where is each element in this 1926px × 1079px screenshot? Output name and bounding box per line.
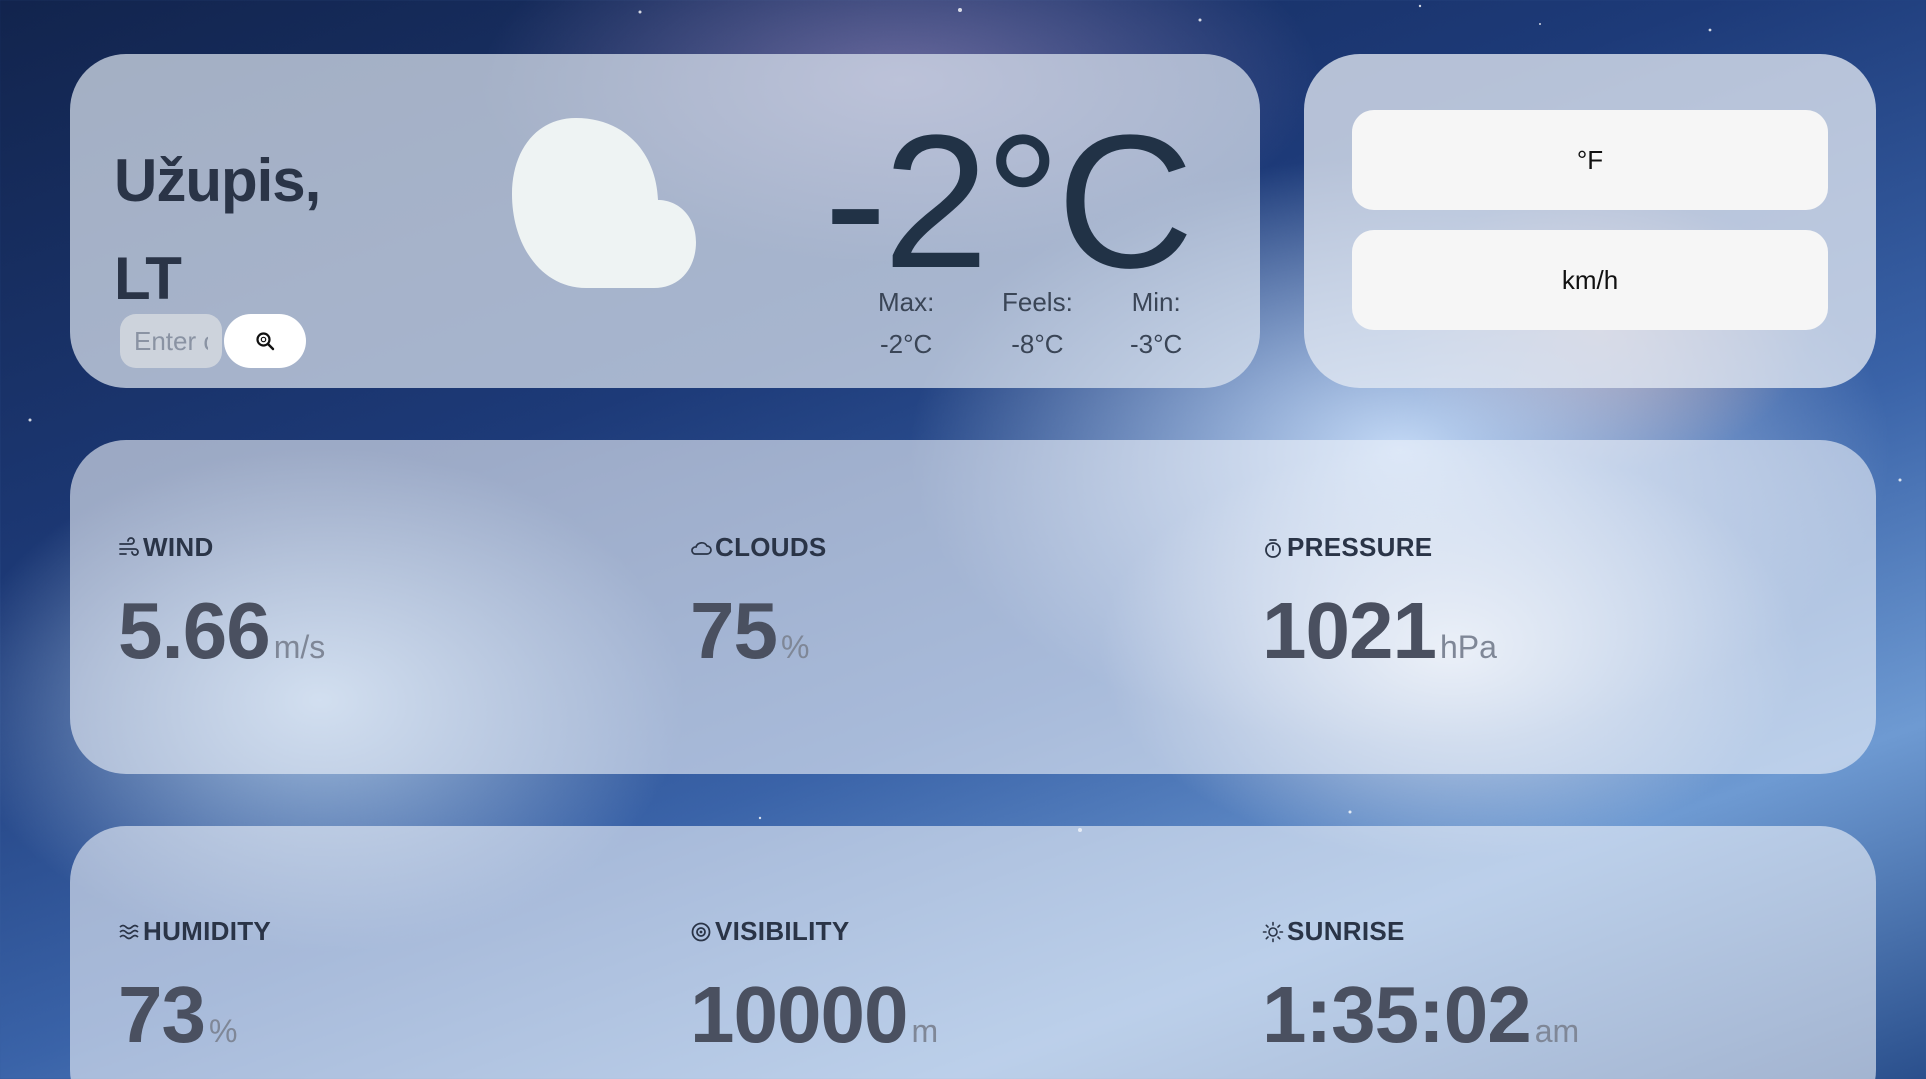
current-weather-card: Užupis, LT -2°C Max: -2°C Feels: -8°C Mi… — [70, 54, 1260, 388]
stat-pressure-value: 1021 — [1262, 586, 1437, 675]
units-card: °F km/h — [1304, 54, 1876, 388]
sun-icon — [1262, 921, 1284, 942]
max-temp-value: -2°C — [880, 329, 933, 359]
stat-visibility-value: 10000 — [690, 970, 908, 1059]
search-icon — [256, 332, 275, 351]
stat-humidity: HUMIDITY 73 % — [118, 916, 271, 1055]
feels-like-value: -8°C — [1011, 329, 1064, 359]
search-bar — [120, 314, 306, 368]
max-temp: Max: -2°C — [878, 284, 934, 368]
stat-wind-label: WIND — [143, 532, 214, 562]
min-temp-value: -3°C — [1130, 329, 1183, 359]
location-name: Užupis, LT — [114, 132, 321, 328]
stat-humidity-unit: % — [208, 1013, 238, 1049]
stat-clouds-label: CLOUDS — [715, 532, 827, 562]
gauge-icon — [1265, 538, 1281, 558]
stat-wind: WIND 5.66 m/s — [118, 532, 325, 671]
stat-wind-unit: m/s — [273, 629, 326, 665]
stats-card-secondary: HUMIDITY 73 % VISIBILITY 10000 m SUNRISE… — [70, 826, 1876, 1079]
current-temperature: -2°C — [823, 96, 1194, 308]
speed-unit-toggle[interactable]: km/h — [1352, 230, 1828, 330]
stat-pressure-label: PRESSURE — [1287, 532, 1433, 562]
stat-sunrise-unit: am — [1534, 1013, 1580, 1049]
stat-clouds: CLOUDS 75 % — [690, 532, 827, 671]
stat-sunrise-label: SUNRISE — [1287, 916, 1405, 946]
city-search-input[interactable] — [120, 314, 222, 368]
eye-icon — [691, 922, 711, 941]
stat-sunrise: SUNRISE 1:35:02 am — [1262, 916, 1579, 1055]
feels-like: Feels: -8°C — [1002, 284, 1073, 368]
wind-icon — [119, 536, 139, 556]
stat-sunrise-value: 1:35:02 — [1262, 970, 1532, 1059]
temperature-unit-toggle[interactable]: °F — [1352, 110, 1828, 210]
search-button[interactable] — [224, 314, 306, 368]
stat-wind-value: 5.66 — [118, 586, 271, 675]
cloud-icon — [512, 118, 696, 288]
min-temp-label: Min: — [1131, 287, 1181, 317]
stat-visibility: VISIBILITY 10000 m — [690, 916, 938, 1055]
stat-humidity-label: HUMIDITY — [143, 916, 272, 946]
stat-visibility-unit: m — [911, 1013, 939, 1049]
stat-clouds-value: 75 — [690, 586, 778, 675]
min-temp: Min: -3°C — [1130, 284, 1182, 368]
max-temp-label: Max: — [878, 287, 935, 317]
stat-humidity-value: 73 — [118, 970, 206, 1059]
cloud-icon — [691, 541, 712, 555]
stat-pressure-unit: hPa — [1439, 629, 1497, 665]
city-name: Užupis, — [114, 147, 321, 214]
waves-icon — [119, 924, 139, 939]
feels-like-label: Feels: — [1002, 287, 1073, 317]
stat-pressure: PRESSURE 1021 hPa — [1262, 532, 1497, 671]
stat-clouds-unit: % — [780, 629, 810, 665]
stats-card-primary: WIND 5.66 m/s CLOUDS 75 % PRESSURE 1021 … — [70, 440, 1876, 774]
stat-visibility-label: VISIBILITY — [715, 916, 850, 946]
